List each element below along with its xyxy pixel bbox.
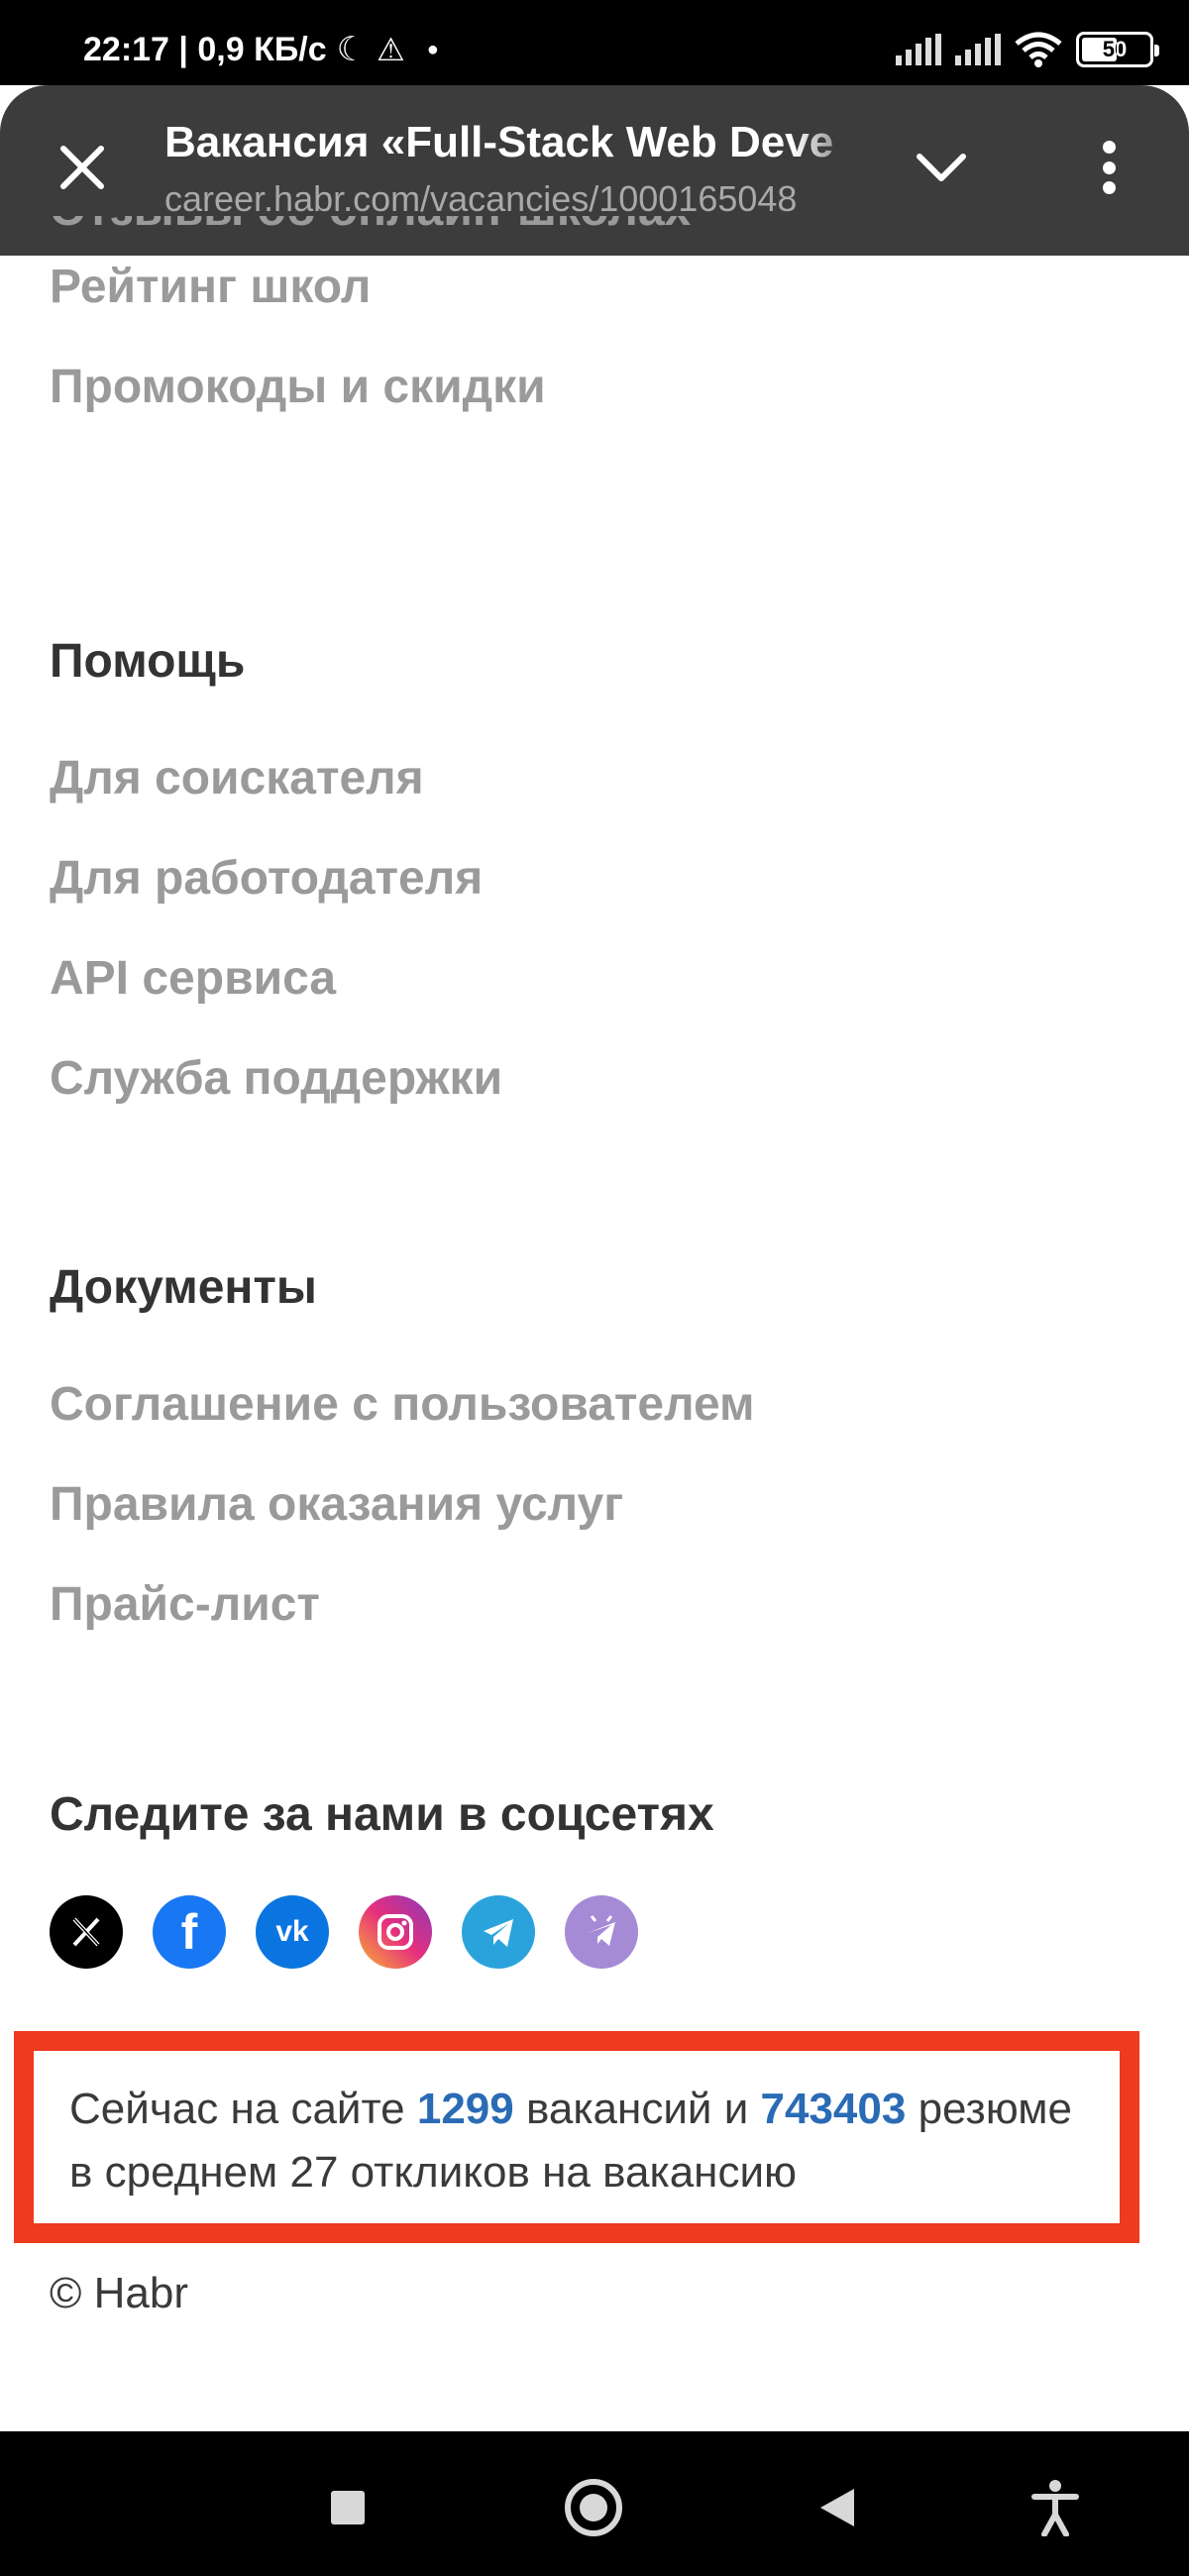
documents-links: Соглашение с пользователем Правила оказа… xyxy=(50,1354,755,1655)
stats-middle: вакансий и xyxy=(525,2085,749,2133)
help-heading-block: Помощь xyxy=(50,622,245,701)
status-right: 50 xyxy=(896,32,1159,67)
stats-line-2: в среднем 27 откликов на вакансию xyxy=(69,2148,798,2197)
wifi-icon xyxy=(1015,32,1062,67)
back-icon[interactable] xyxy=(820,2489,854,2526)
stats-line-1: Сейчас на сайте 1299 вакансий и 743403 р… xyxy=(69,2085,1072,2134)
instagram-icon[interactable] xyxy=(359,1895,432,1969)
signal-icon-2 xyxy=(955,34,1001,65)
telegram-bot-icon[interactable] xyxy=(565,1895,638,1969)
home-icon[interactable] xyxy=(565,2479,622,2536)
address-block[interactable]: Вакансия «Full-Stack Web Deve career.hab… xyxy=(164,115,858,224)
telegram-icon[interactable] xyxy=(462,1895,535,1969)
x-icon[interactable] xyxy=(50,1895,123,1969)
help-heading-text: Помощь xyxy=(50,635,246,688)
doc-link-pricelist[interactable]: Прайс-лист xyxy=(50,1555,755,1655)
doc-link-agreement[interactable]: Соглашение с пользователем xyxy=(50,1354,755,1454)
documents-heading: Документы xyxy=(50,1261,317,1314)
chevron-down-icon[interactable] xyxy=(912,145,971,194)
footer-link-school-rating[interactable]: Рейтинг школ xyxy=(50,238,1159,337)
footer-content: Рейтинг школ Промокоды и скидки Помощь xyxy=(50,256,1159,437)
warning-icon: ⚠ xyxy=(377,32,405,67)
vk-icon[interactable]: vk xyxy=(256,1895,329,1969)
facebook-icon[interactable]: f xyxy=(153,1895,226,1969)
help-link-jobseeker[interactable]: Для соискателя xyxy=(50,728,502,828)
help-links: Для соискателя Для работодателя API серв… xyxy=(50,728,502,1128)
fade-overlay xyxy=(793,105,872,244)
recent-apps-icon[interactable] xyxy=(331,2491,365,2524)
close-icon[interactable] xyxy=(52,137,113,198)
social-heading: Следите за нами в соцсетях xyxy=(50,1788,714,1841)
stats-prefix: Сейчас на сайте xyxy=(69,2085,405,2133)
vacancies-count: 1299 xyxy=(416,2085,514,2133)
help-link-employer[interactable]: Для работодателя xyxy=(50,828,502,928)
site-stats-highlight: Сейчас на сайте 1299 вакансий и 743403 р… xyxy=(14,2031,1139,2243)
battery-icon: 50 xyxy=(1076,32,1159,67)
status-time-speed: 22:17 | 0,9 КБ/с xyxy=(83,30,327,68)
social-icons: f vk xyxy=(50,1895,638,1969)
accessibility-icon[interactable] xyxy=(1030,2479,1080,2536)
moon-icon: ☾ xyxy=(336,31,368,68)
social-heading-block: Следите за нами в соцсетях xyxy=(50,1775,714,1855)
resumes-count: 743403 xyxy=(760,2085,907,2133)
copyright: © Habr xyxy=(50,2269,189,2317)
more-menu-icon[interactable] xyxy=(1080,137,1137,198)
stats-suffix: резюме xyxy=(918,2085,1072,2133)
help-link-api[interactable]: API сервиса xyxy=(50,928,502,1028)
status-bar: 22:17 | 0,9 КБ/с ☾ ⚠ ● 50 xyxy=(0,0,1189,85)
doc-link-rules[interactable]: Правила оказания услуг xyxy=(50,1454,755,1555)
footer-link-promo[interactable]: Промокоды и скидки xyxy=(50,337,1159,437)
cut-link-label: Отзывы об онлайн-школах xyxy=(50,216,691,237)
documents-heading-block: Документы xyxy=(50,1248,317,1328)
battery-level: 50 xyxy=(1102,37,1128,61)
system-nav-bar xyxy=(0,2431,1189,2576)
signal-icon xyxy=(896,34,941,65)
notification-dot-icon: ● xyxy=(426,38,439,60)
help-link-support[interactable]: Служба поддержки xyxy=(50,1028,502,1128)
page-title: Вакансия «Full-Stack Web Deve xyxy=(164,118,834,166)
status-left: 22:17 | 0,9 КБ/с ☾ ⚠ ● xyxy=(83,30,439,69)
